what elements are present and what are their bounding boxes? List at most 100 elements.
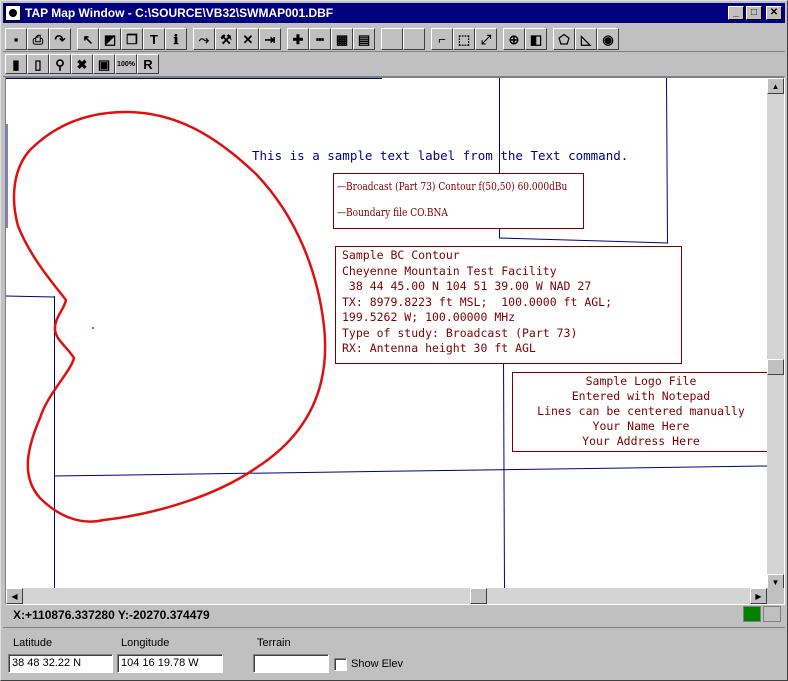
boundary-line	[666, 78, 668, 244]
map-small-button[interactable]: ▯	[27, 54, 49, 74]
terrain-label: Terrain	[257, 637, 291, 649]
logo-box: Sample Logo File Entered with Notepad Line…	[512, 372, 767, 452]
tools-icon: ⚒	[220, 31, 232, 47]
minimize-button[interactable]: _	[728, 6, 744, 20]
grid-button[interactable]: ▦	[331, 28, 353, 50]
scroll-up-button[interactable]: ▲	[767, 78, 784, 94]
study-line: TX: 8979.8223 ft MSL; 100.0000 ft AGL;	[342, 294, 613, 309]
zoom-window-icon: ⬚	[457, 31, 471, 47]
arrow-right-icon: ▶	[755, 591, 762, 601]
copy-icon: ❐	[126, 31, 138, 47]
blank-button[interactable]	[403, 28, 425, 50]
vertical-scroll-thumb[interactable]	[767, 359, 784, 375]
arrow-down-icon: ▼	[771, 577, 780, 587]
terrain-field[interactable]	[253, 654, 329, 673]
sample-text-label: This is a sample text label from the Tex…	[252, 148, 629, 163]
pointer-button[interactable]: ↖	[77, 28, 99, 50]
scroll-left-button[interactable]: ◀	[6, 588, 23, 604]
maximize-icon: □	[750, 7, 758, 18]
chart-button[interactable]: ◺	[575, 28, 597, 50]
select-object-icon: ◩	[103, 31, 117, 47]
color-wheel-icon: ◉	[602, 31, 614, 47]
color-wheel-button[interactable]: ◉	[597, 28, 619, 50]
study-info-box: Sample BC Contour Cheyenne Mountain Test …	[335, 246, 682, 364]
latitude-label: Latitude	[13, 637, 53, 649]
blank-button[interactable]	[381, 28, 403, 50]
scroll-right-button[interactable]: ▶	[750, 588, 767, 604]
legend-boundary: —Boundary file CO.BNA	[337, 206, 448, 219]
tools-button[interactable]: ⚒	[215, 28, 237, 50]
move-icon: ⤳	[198, 31, 210, 47]
print-status-icon[interactable]	[763, 606, 781, 622]
copy-button[interactable]: ❐	[121, 28, 143, 50]
boundary-line	[498, 237, 669, 244]
add-button[interactable]: ✚	[287, 28, 309, 50]
delete-button[interactable]: ✕	[237, 28, 259, 50]
redo-icon: ↷	[54, 31, 66, 47]
cancel-button[interactable]: ✖	[71, 54, 93, 74]
ruler-button[interactable]: ┅	[309, 28, 331, 50]
close-icon: ✕	[769, 7, 779, 18]
boundary-line	[6, 295, 55, 298]
window-title: TAP Map Window - C:\SOURCE\VB32\SWMAP001…	[25, 6, 334, 20]
picture-icon: ▣	[97, 56, 111, 72]
picture-button[interactable]: ▣	[93, 54, 115, 74]
text-button[interactable]: T	[143, 28, 165, 50]
reset-icon: R	[143, 56, 153, 72]
app-icon[interactable]	[5, 5, 21, 21]
layers-button[interactable]: ◧	[525, 28, 547, 50]
contour-center-point	[92, 327, 94, 329]
select-object-button[interactable]: ◩	[99, 28, 121, 50]
boundary-line	[53, 465, 767, 477]
horizontal-scrollbar[interactable]: ◀ ▶	[6, 588, 767, 604]
secondary-toolbar: ▮ ▯ ⚲ ✖ ▣ 100% R	[3, 52, 785, 77]
redo-button[interactable]: ↷	[49, 28, 71, 50]
longitude-field[interactable]: 104 16 19.78 W	[117, 654, 223, 673]
expand-icon: ⤢	[480, 31, 492, 47]
move-button[interactable]: ⤳	[193, 28, 215, 50]
save-icon: ▪	[13, 31, 19, 47]
broadcast-contour	[12, 110, 327, 523]
legend-contour: —Broadcast (Part 73) Contour f(50,50) 60…	[337, 180, 568, 193]
maximize-button[interactable]: □	[746, 6, 762, 20]
show-elev-checkbox[interactable]	[334, 658, 347, 671]
zoom-100-button[interactable]: 100%	[115, 54, 137, 74]
notepad-button[interactable]: ▤	[353, 28, 375, 50]
crosshair-button[interactable]: ⊕	[503, 28, 525, 50]
crop-icon: ⌐	[438, 31, 446, 47]
cursor-coordinates: X:+110876.337280 Y:-20270.374479	[13, 608, 210, 622]
expand-button[interactable]: ⤢	[475, 28, 497, 50]
horizontal-scroll-thumb[interactable]	[470, 588, 487, 604]
pointer-icon: ↖	[82, 31, 94, 47]
latitude-field[interactable]: 38 48 32.22 N	[8, 654, 113, 673]
magnify-button[interactable]: ⚲	[49, 54, 71, 74]
map-green-icon: ▮	[12, 56, 20, 72]
map-green-button[interactable]: ▮	[5, 54, 27, 74]
info-icon: ℹ	[173, 31, 179, 47]
logo-line: Lines can be centered manually	[537, 404, 745, 418]
exit-button[interactable]: ⇥	[259, 28, 281, 50]
polygon-icon: ⬠	[558, 31, 570, 47]
exit-icon: ⇥	[264, 31, 276, 47]
logo-line: Your Name Here	[592, 419, 690, 433]
print-icon: ⎙	[32, 31, 44, 47]
map-small-icon: ▯	[34, 56, 42, 72]
polygon-button[interactable]: ⬠	[553, 28, 575, 50]
delete-icon: ✕	[242, 31, 254, 47]
map-canvas[interactable]: This is a sample text label from the Tex…	[6, 78, 767, 590]
crop-button[interactable]: ⌐	[431, 28, 453, 50]
print-button[interactable]: ⎙	[27, 28, 49, 50]
zoom-window-button[interactable]: ⬚	[453, 28, 475, 50]
study-line: Sample BC Contour	[342, 248, 460, 262]
map-status-icon[interactable]	[743, 606, 761, 622]
study-line: 38 44 45.00 N 104 51 39.00 W NAD 27	[342, 279, 592, 293]
arrow-left-icon: ◀	[11, 591, 18, 601]
info-button[interactable]: ℹ	[165, 28, 187, 50]
save-button[interactable]: ▪	[5, 28, 27, 50]
close-button[interactable]: ✕	[766, 6, 782, 20]
vertical-scrollbar[interactable]: ▲ ▼	[767, 78, 784, 590]
add-icon: ✚	[292, 31, 304, 47]
boundary-line	[503, 357, 505, 590]
reset-button[interactable]: R	[137, 54, 159, 74]
crosshair-icon: ⊕	[508, 31, 520, 47]
